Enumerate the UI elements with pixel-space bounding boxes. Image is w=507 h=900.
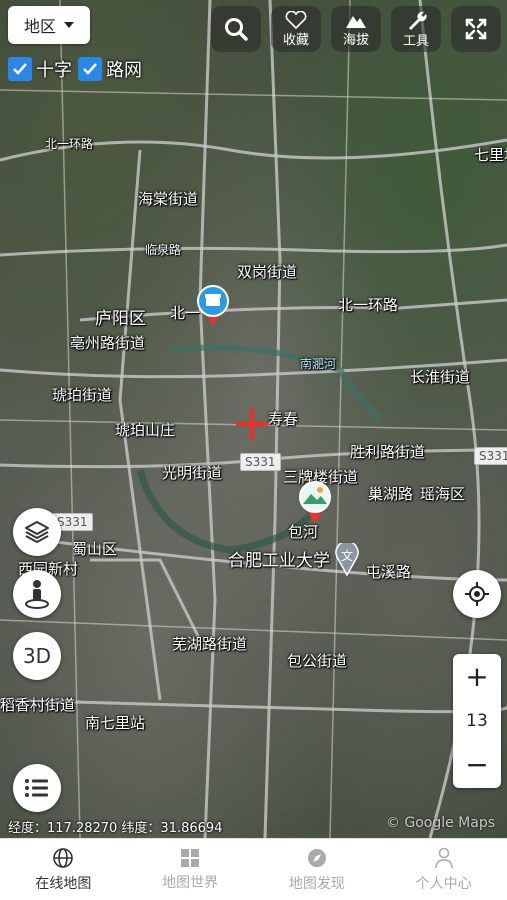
3d-label: 3D bbox=[22, 644, 52, 668]
zoom-in-button[interactable]: + bbox=[465, 660, 488, 694]
map-label: 海棠街道 bbox=[138, 190, 199, 208]
map-label: 胜利路街道 bbox=[350, 443, 426, 461]
locate-icon bbox=[465, 582, 489, 606]
favorite-button[interactable]: 收藏 bbox=[271, 6, 321, 52]
map-label: 寿春 bbox=[268, 410, 299, 428]
crosshair-icon bbox=[236, 408, 268, 444]
map-label: 亳州路街道 bbox=[70, 334, 146, 352]
street-view-button[interactable] bbox=[13, 570, 61, 618]
top-toolbar: 收藏 海拔 工具 bbox=[211, 6, 501, 52]
checkbox-checked-icon bbox=[8, 57, 32, 81]
elevation-label: 海拔 bbox=[342, 32, 369, 48]
map-label: 七里圩 bbox=[474, 146, 507, 164]
nav-label: 地图发现 bbox=[288, 875, 345, 892]
road-shield: S331 bbox=[240, 453, 281, 472]
heart-icon bbox=[285, 10, 307, 29]
coordinate-readout: 经度：117.28270 纬度：31.86694 bbox=[8, 821, 223, 836]
nav-map-world[interactable]: 地图世界 bbox=[127, 839, 254, 900]
search-icon bbox=[225, 18, 248, 41]
fullscreen-button[interactable] bbox=[451, 6, 501, 52]
map-label: 南淝河 bbox=[300, 357, 337, 371]
zoom-control: + 13 − bbox=[453, 654, 501, 788]
nav-label: 个人中心 bbox=[415, 875, 472, 892]
nav-online-map[interactable]: 在线地图 bbox=[0, 839, 127, 900]
locate-me-button[interactable] bbox=[453, 570, 501, 618]
map-label: 庐阳区 bbox=[95, 309, 146, 329]
person-icon bbox=[434, 847, 453, 868]
globe-icon bbox=[53, 847, 74, 868]
map-label: 稻香村街道 bbox=[0, 696, 76, 714]
map-label: 琥珀街道 bbox=[52, 386, 113, 404]
nav-label: 地图世界 bbox=[162, 874, 219, 891]
map-attribution: © Google Maps bbox=[385, 815, 495, 831]
list-icon bbox=[25, 779, 48, 797]
fullscreen-icon bbox=[465, 18, 487, 40]
favorite-label: 收藏 bbox=[282, 32, 309, 48]
poi-pin-shop[interactable] bbox=[196, 284, 230, 332]
map-label: 合肥工业大学 bbox=[228, 551, 330, 571]
map-label: 临泉路 bbox=[145, 243, 182, 257]
tools-label: 工具 bbox=[402, 33, 429, 49]
tools-button[interactable]: 工具 bbox=[391, 6, 441, 52]
svg-text:文: 文 bbox=[341, 548, 353, 563]
map-label: 包公街道 bbox=[287, 652, 348, 670]
map-label: 芜湖路街道 bbox=[172, 635, 248, 653]
nav-label: 在线地图 bbox=[35, 875, 92, 892]
poi-pin-park[interactable] bbox=[298, 480, 332, 530]
map-view[interactable]: 北一环路 七里圩 海棠街道 临泉路 双岗街道 北一环路 庐阳区 北一 亳州路街道… bbox=[0, 0, 507, 838]
nav-profile[interactable]: 个人中心 bbox=[380, 839, 507, 900]
road-shield: S331 bbox=[474, 447, 507, 466]
grid-icon bbox=[181, 848, 200, 867]
overlay-toggles: 十字 路网 bbox=[8, 56, 142, 82]
map-label: 琥珀山庄 bbox=[115, 421, 176, 439]
chevron-down-icon bbox=[64, 22, 74, 28]
roadnet-toggle-label: 路网 bbox=[106, 60, 142, 81]
poi-pin-university[interactable]: 文 bbox=[334, 540, 360, 581]
zoom-out-button[interactable]: − bbox=[465, 748, 488, 782]
checkbox-checked-icon bbox=[78, 57, 102, 81]
menu-list-button[interactable] bbox=[13, 764, 61, 812]
wrench-icon bbox=[409, 11, 427, 30]
bottom-nav: 在线地图 地图世界 地图发现 个人中心 bbox=[0, 838, 507, 900]
map-label: 长淮街道 bbox=[410, 368, 471, 386]
roadnet-toggle[interactable]: 路网 bbox=[78, 56, 142, 82]
crosshair-toggle[interactable]: 十字 bbox=[8, 56, 72, 82]
compass-icon bbox=[307, 848, 326, 867]
map-label: 北一环路 bbox=[45, 137, 94, 151]
mountain-icon bbox=[346, 15, 366, 28]
map-label: 北一环路 bbox=[338, 296, 399, 314]
3d-toggle-button[interactable]: 3D bbox=[13, 632, 61, 680]
nav-map-discover[interactable]: 地图发现 bbox=[254, 839, 381, 900]
region-dropdown[interactable]: 地区 bbox=[8, 6, 90, 44]
layers-button[interactable] bbox=[13, 508, 61, 556]
map-label: 巢湖路 bbox=[368, 485, 414, 503]
crosshair-toggle-label: 十字 bbox=[36, 60, 72, 81]
search-button[interactable] bbox=[211, 6, 261, 52]
map-label: 光明街道 bbox=[162, 464, 223, 482]
zoom-level: 13 bbox=[466, 711, 488, 731]
layers-icon bbox=[25, 521, 49, 543]
map-label: 双岗街道 bbox=[237, 263, 298, 281]
region-dropdown-label: 地区 bbox=[23, 17, 56, 36]
map-label: 屯溪路 bbox=[366, 563, 412, 581]
elevation-button[interactable]: 海拔 bbox=[331, 6, 381, 52]
map-label: 瑶海区 bbox=[420, 485, 466, 503]
map-label: 蜀山区 bbox=[72, 540, 118, 558]
map-label: 南七里站 bbox=[85, 714, 146, 732]
street-view-icon bbox=[25, 580, 49, 609]
